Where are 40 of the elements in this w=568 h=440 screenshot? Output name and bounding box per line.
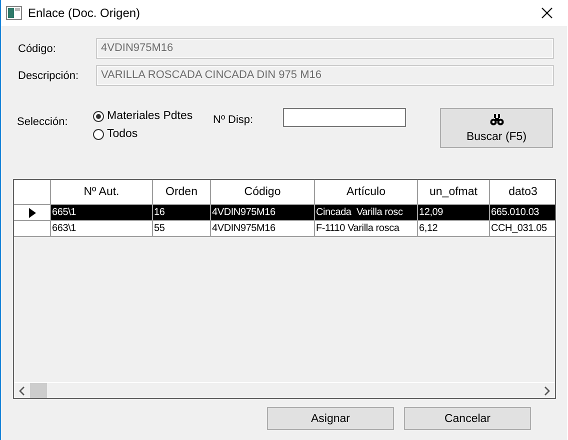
dialog-button[interactable]: Cancelar [404,407,531,430]
column-header[interactable]: Código [211,180,315,205]
scroll-right-icon[interactable] [543,386,551,396]
radio-option[interactable]: Materiales Pdtes [93,110,213,122]
window-title: Enlace (Doc. Origen) [28,6,142,20]
table-cell: F-1110 Varilla rosca [315,221,418,237]
table-cell: CCH_031.05 [490,221,555,237]
table-cell: 12,09 [418,205,490,221]
disp-input-field[interactable] [283,108,406,127]
disp-label: Nº Disp: [213,113,254,126]
radio-option[interactable]: Todos [93,128,213,140]
table-cell: 663\1 [51,221,153,237]
table-cell: 4VDIN975M16 [211,205,315,221]
row-pointer-icon [28,208,36,218]
field-label: Código: [17,42,57,54]
table-cell: 665\1 [51,205,153,221]
column-header[interactable]: Artículo [315,180,418,205]
column-header[interactable]: Nº Aut. [51,180,153,205]
field-label: Descripción: [17,70,80,82]
table-row[interactable]: 663\1 55 4VDIN975M16 F-1110 Varilla rosca 6,12 CCH_031.05 [14,221,555,237]
table-row[interactable]: 665\1 16 4VDIN975M16 Cincada Varilla rosc 12,09 665.010.03 [14,205,555,221]
column-header[interactable]: un_ofmat [418,180,490,205]
binoculars-icon [490,114,504,126]
table-cell: 16 [153,205,211,221]
selection-label: Selección: [16,115,69,128]
grid-corner-header [14,180,51,205]
app-icon [6,6,22,20]
horizontal-scrollbar[interactable] [14,382,555,398]
table-cell: Cincada Varilla rosc [315,205,418,221]
column-header[interactable]: Orden [153,180,211,205]
search-button[interactable]: Buscar (F5) [440,108,553,148]
table-cell: 4VDIN975M16 [211,221,315,237]
dialog-button[interactable]: Asignar [267,407,394,430]
table-cell: 665.010.03 [490,205,555,221]
table-cell: 55 [153,221,211,237]
close-icon[interactable] [541,7,553,19]
scroll-left-icon[interactable] [18,386,26,396]
column-header[interactable]: dato3 [490,180,555,205]
scroll-thumb[interactable] [30,383,47,398]
table-cell: 6,12 [418,221,490,237]
